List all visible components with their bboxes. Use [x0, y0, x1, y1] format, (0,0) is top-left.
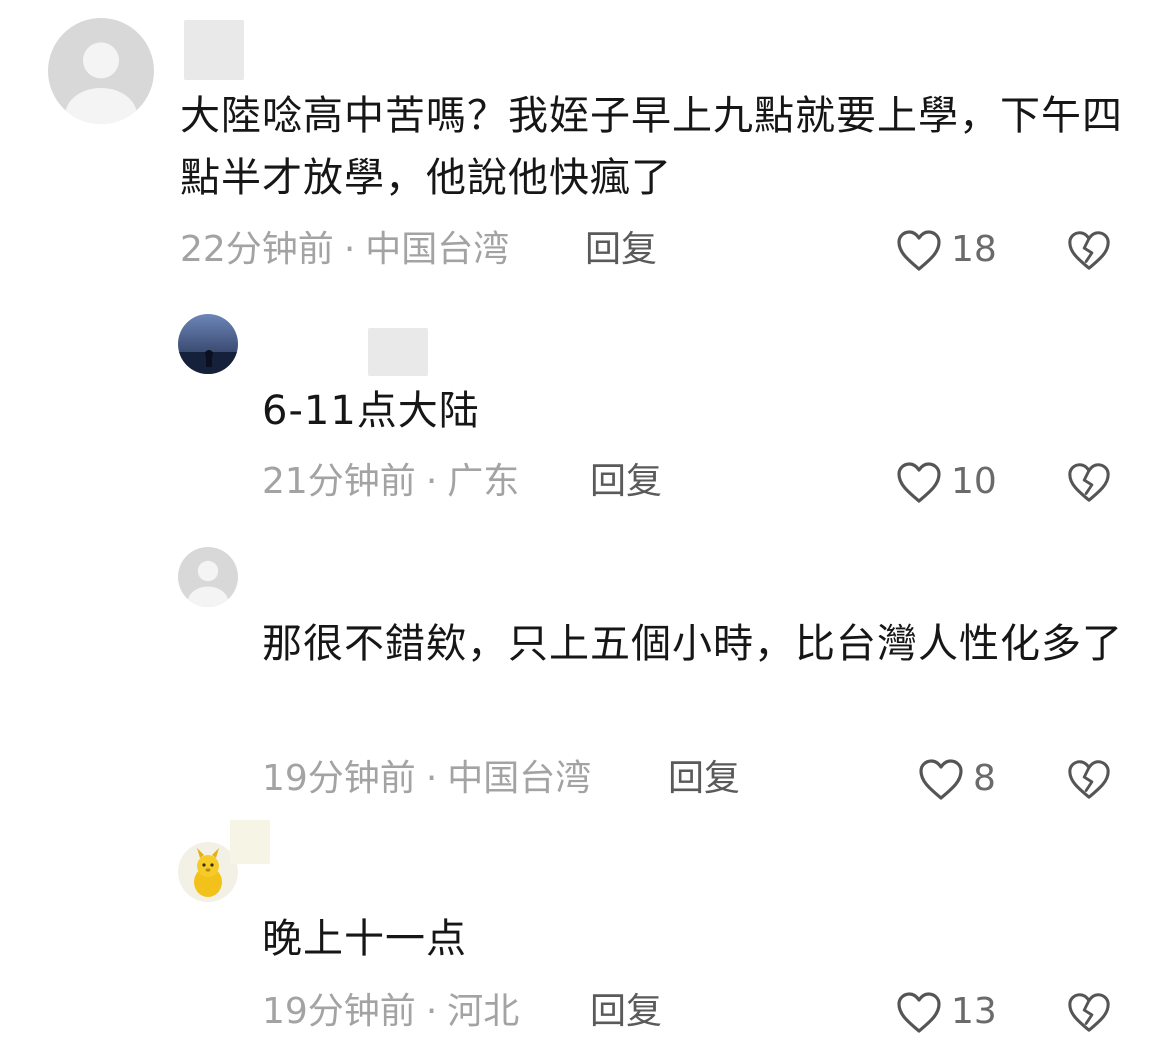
dislike-button[interactable] — [1066, 757, 1112, 801]
comment-text: 大陸唸高中苦嗎？我姪子早上九點就要上學，下午四點半才放學，他說他快瘋了 — [180, 93, 1123, 201]
username-redacted — [230, 820, 270, 864]
avatar[interactable] — [178, 547, 238, 607]
dislike-button[interactable] — [1066, 228, 1112, 272]
avatar[interactable] — [178, 314, 238, 374]
broken-heart-icon — [1068, 760, 1110, 799]
default-user-avatar-icon — [178, 547, 238, 607]
like-count: 8 — [973, 758, 996, 799]
like-button[interactable]: 13 — [895, 990, 997, 1034]
heart-icon — [919, 759, 963, 800]
avatar[interactable] — [178, 842, 238, 902]
like-count: 18 — [951, 229, 997, 270]
night-sky-avatar-icon — [178, 314, 238, 374]
comment-item: 大陸唸高中苦嗎？我姪子早上九點就要上學，下午四點半才放學，他說他快瘋了 22分钟… — [0, 0, 1169, 290]
meta-separator: · — [425, 758, 438, 799]
meta-separator: · — [425, 991, 438, 1032]
comment-time: 22分钟前 — [180, 229, 334, 270]
like-button[interactable]: 10 — [895, 460, 997, 504]
reply-comment-item: 那很不錯欸，只上五個小時，比台灣人性化多了 19分钟前 · 中国台湾 回复 8 — [0, 535, 1169, 815]
dislike-button[interactable] — [1066, 460, 1112, 504]
comment-location: 中国台湾 — [447, 758, 592, 799]
meta-separator: · — [343, 229, 356, 270]
reply-comment-item: 晚上十一点 19分钟前 · 河北 回复 13 — [0, 820, 1169, 1060]
comment-location: 广东 — [447, 461, 520, 502]
reply-button[interactable]: 回复 — [590, 990, 662, 1034]
comment-location: 中国台湾 — [365, 229, 510, 270]
like-count: 13 — [951, 991, 997, 1032]
comment-meta: 22分钟前 · 中国台湾 — [180, 228, 509, 272]
comment-meta: 19分钟前 · 河北 — [262, 990, 519, 1034]
comment-text: 那很不錯欸，只上五個小時，比台灣人性化多了 — [262, 621, 1123, 667]
default-user-avatar-icon — [48, 18, 154, 124]
avatar[interactable] — [48, 18, 154, 124]
comment-time: 19分钟前 — [262, 758, 416, 799]
reply-button[interactable]: 回复 — [590, 460, 662, 504]
comment-time: 19分钟前 — [262, 991, 416, 1032]
meta-separator: · — [425, 461, 438, 502]
dislike-button[interactable] — [1066, 990, 1112, 1034]
like-button[interactable]: 18 — [895, 228, 997, 272]
heart-icon — [897, 462, 941, 503]
like-button[interactable]: 8 — [917, 757, 996, 801]
comment-meta: 21分钟前 · 广东 — [262, 460, 519, 504]
broken-heart-icon — [1068, 231, 1110, 270]
username-redacted — [368, 328, 428, 376]
username-redacted — [184, 20, 244, 80]
comment-meta: 19分钟前 · 中国台湾 — [262, 757, 591, 801]
like-count: 10 — [951, 461, 997, 502]
yellow-toy-avatar-icon — [178, 842, 238, 902]
heart-icon — [897, 230, 941, 271]
reply-button[interactable]: 回复 — [585, 228, 657, 272]
broken-heart-icon — [1068, 993, 1110, 1032]
comment-text: 6-11点大陆 — [262, 388, 480, 434]
heart-icon — [897, 992, 941, 1033]
comment-text: 晚上十一点 — [262, 916, 467, 962]
comment-time: 21分钟前 — [262, 461, 416, 502]
reply-comment-item: 6-11点大陆 21分钟前 · 广东 回复 10 — [0, 300, 1169, 520]
reply-button[interactable]: 回复 — [668, 757, 740, 801]
comment-location: 河北 — [447, 991, 520, 1032]
broken-heart-icon — [1068, 463, 1110, 502]
